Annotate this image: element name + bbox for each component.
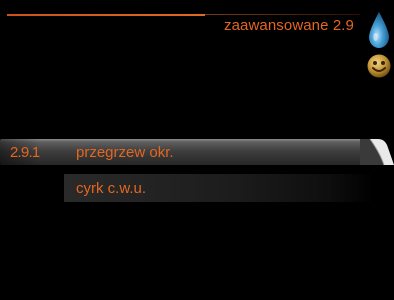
- page-title: zaawansowane 2.9: [223, 17, 354, 34]
- menu-item-label: przegrzew okr.: [76, 144, 174, 161]
- menu-item-label: cyrk c.w.u.: [76, 180, 147, 197]
- menu-item-2-9-1[interactable]: 2.9.1 przegrzew okr.: [0, 137, 394, 167]
- hot-water-drop-icon: [369, 12, 389, 48]
- header-underline-tail: [205, 14, 360, 15]
- page-fold-icon: [360, 138, 394, 166]
- comfort-smiley-icon: [367, 54, 391, 78]
- menu-item-number: 2.9.1: [10, 144, 40, 161]
- selection-highlight: [0, 139, 378, 165]
- menu-item-cyrk-cwu[interactable]: cyrk c.w.u.: [64, 174, 374, 202]
- header-underline: [7, 14, 205, 16]
- display-screen: zaawansowane 2.9 2.9.1 przegrzew okr. cy…: [0, 0, 394, 300]
